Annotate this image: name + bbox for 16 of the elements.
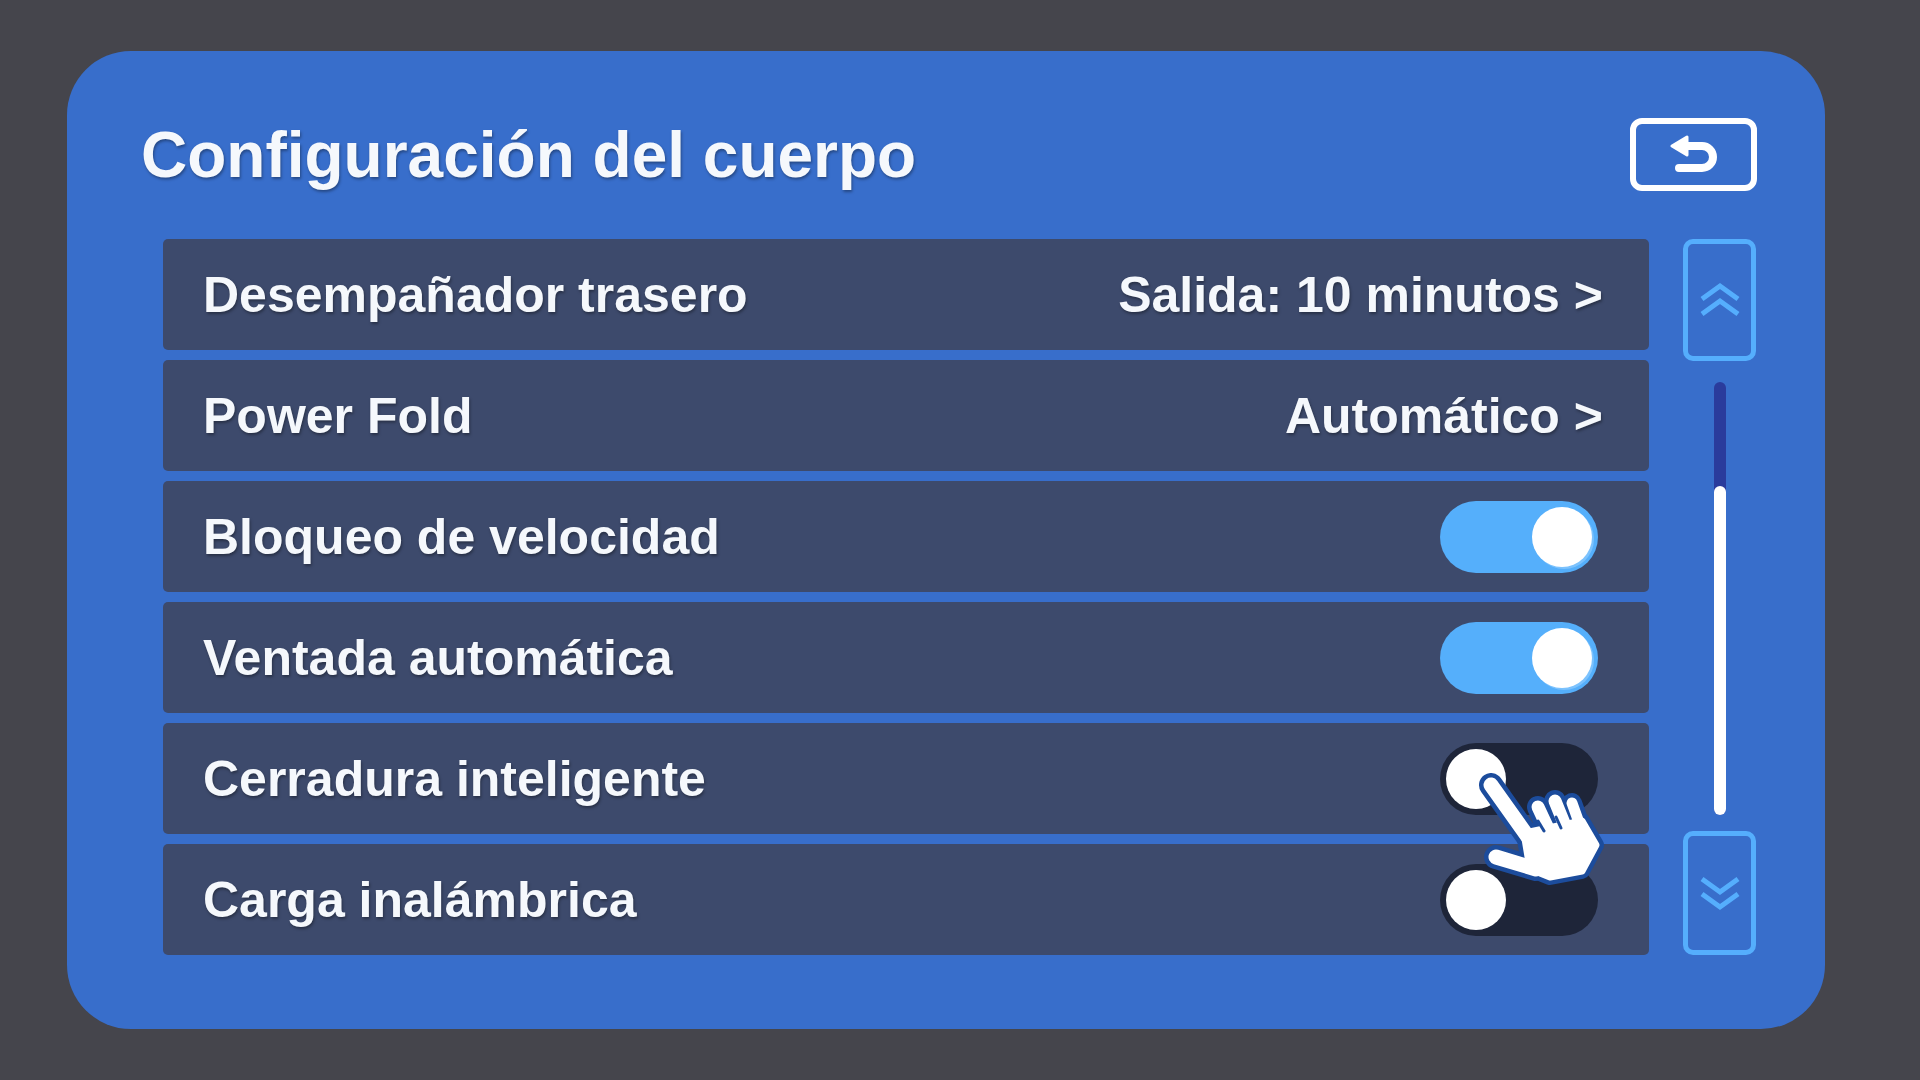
- double-chevron-down-icon: [1698, 875, 1741, 911]
- setting-value: Salida: 10 minutos >: [1118, 269, 1603, 320]
- setting-label: Desempañador trasero: [203, 269, 748, 320]
- double-chevron-up-icon: [1698, 282, 1741, 318]
- setting-label: Ventada automática: [203, 632, 673, 683]
- back-button[interactable]: [1630, 118, 1757, 191]
- setting-label: Power Fold: [203, 390, 473, 441]
- hand-pointer-icon: [1478, 773, 1606, 886]
- setting-row[interactable]: Desempañador trasero Salida: 10 minutos >: [163, 239, 1649, 350]
- setting-label: Cerradura inteligente: [203, 753, 706, 804]
- scrollbar-thumb[interactable]: [1713, 485, 1726, 815]
- setting-label: Carga inalámbrica: [203, 874, 637, 925]
- setting-label: Bloqueo de velocidad: [203, 511, 720, 562]
- setting-row[interactable]: Power Fold Automático >: [163, 360, 1649, 471]
- return-arrow-icon: [1668, 134, 1719, 175]
- setting-value: Automático >: [1284, 390, 1603, 441]
